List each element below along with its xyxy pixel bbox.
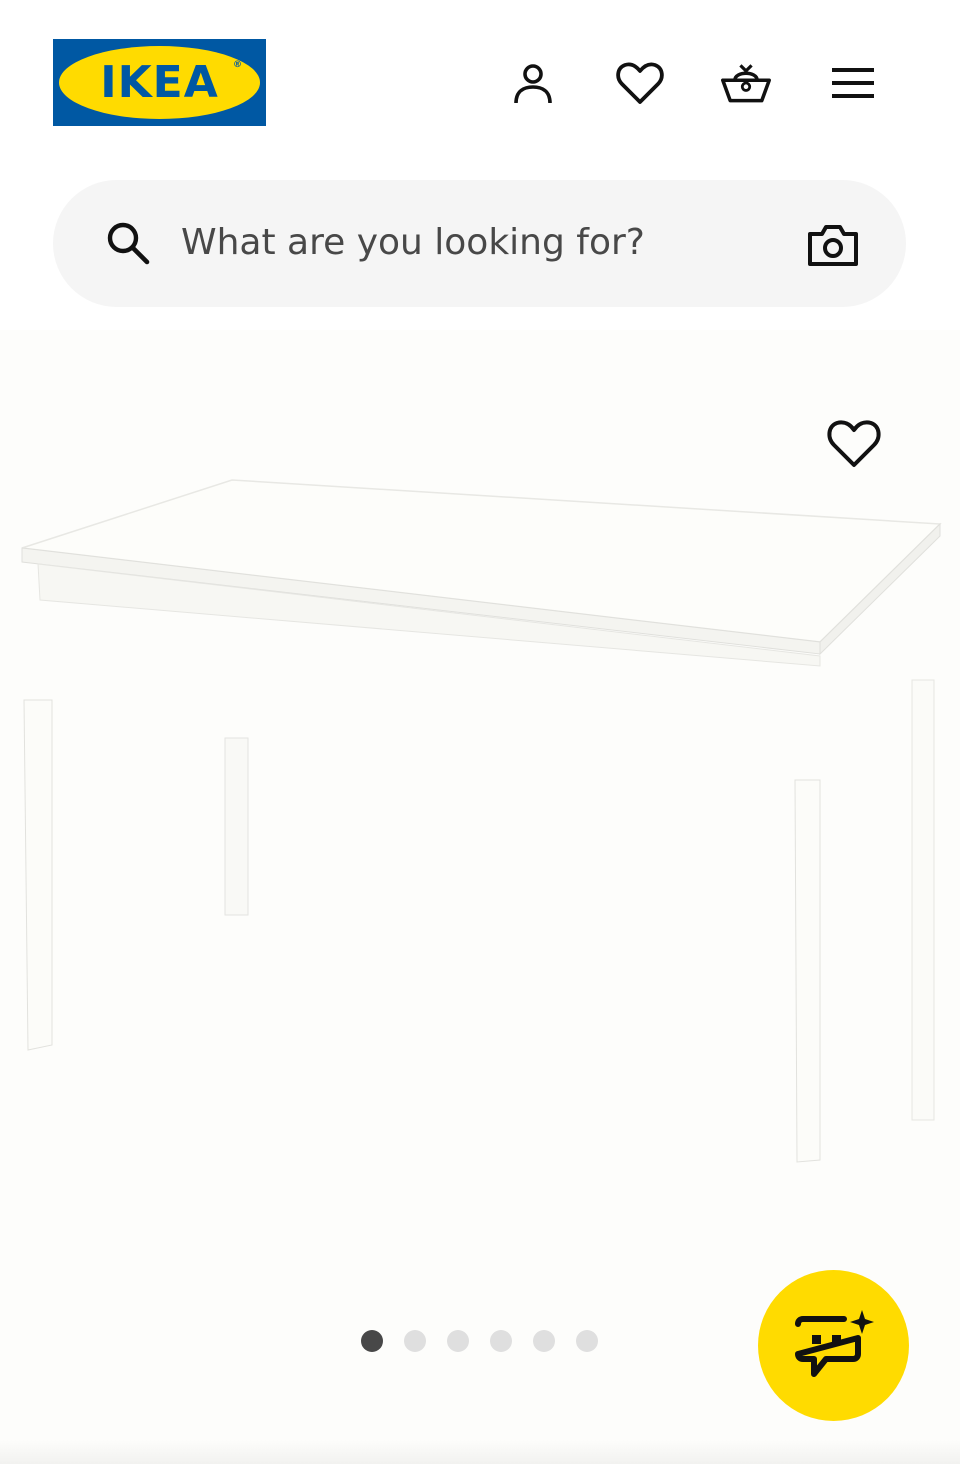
heart-icon[interactable]	[824, 413, 884, 473]
chat-sparkle-icon	[794, 1309, 874, 1377]
ikea-logo[interactable]: IKEA ®	[53, 39, 266, 126]
carousel-dot[interactable]	[404, 1330, 426, 1352]
product-image[interactable]	[0, 460, 960, 1180]
carousel-dot-active[interactable]	[361, 1330, 383, 1352]
basket-button[interactable]	[720, 57, 772, 109]
account-button[interactable]	[507, 57, 559, 109]
site-header: IKEA ®	[0, 0, 960, 160]
carousel-dot[interactable]	[576, 1330, 598, 1352]
search-input[interactable]: What are you looking for?	[181, 215, 645, 271]
bottom-edge	[0, 1440, 960, 1464]
favourites-button[interactable]	[614, 57, 666, 109]
carousel-dot[interactable]	[533, 1330, 555, 1352]
heart-icon	[616, 62, 664, 104]
search-icon	[107, 222, 150, 265]
basket-icon	[721, 64, 771, 103]
logo-text: IKEA	[100, 56, 219, 108]
carousel-dot[interactable]	[447, 1330, 469, 1352]
menu-button[interactable]	[827, 57, 879, 109]
user-icon	[514, 64, 552, 104]
search-bar[interactable]: What are you looking for?	[53, 180, 906, 307]
menu-icon	[832, 68, 874, 98]
carousel-dot[interactable]	[490, 1330, 512, 1352]
logo-oval: IKEA ®	[59, 46, 260, 119]
camera-icon[interactable]	[806, 218, 860, 272]
logo-registered-mark: ®	[233, 60, 242, 70]
assistant-chat-button[interactable]	[758, 1270, 909, 1421]
carousel-indicator	[361, 1330, 598, 1354]
